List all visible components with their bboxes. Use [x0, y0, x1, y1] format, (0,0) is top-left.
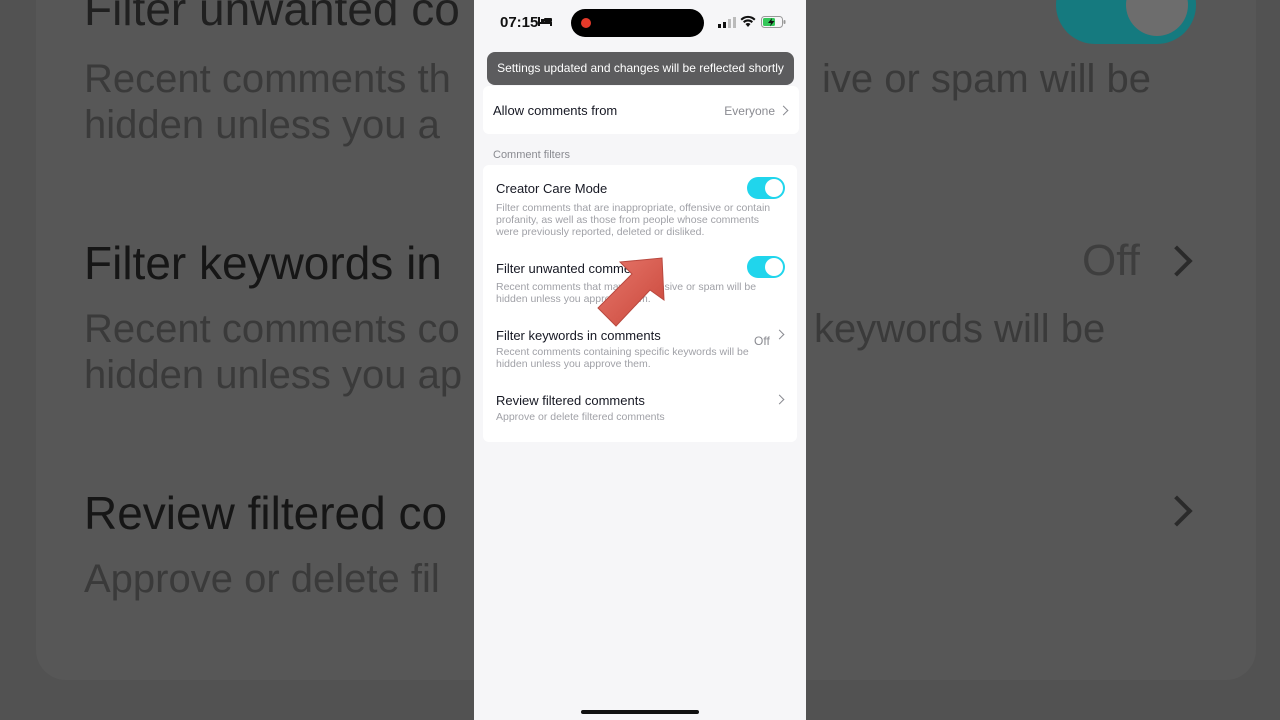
- cellular-signal-icon: [718, 17, 736, 28]
- background-title-keywords: Filter keywords in: [84, 237, 442, 289]
- review-filtered-comments-title: Review filtered comments: [496, 393, 645, 408]
- chevron-right-icon: [774, 329, 785, 340]
- chevron-right-icon: [774, 394, 785, 405]
- filter-unwanted-comments-toggle[interactable]: [747, 256, 785, 278]
- background-desc-unwanted-1-right: ive or spam will be: [822, 57, 1152, 101]
- toast-notification: Settings updated and changes will be ref…: [487, 52, 794, 85]
- battery-charging-icon: [761, 16, 786, 28]
- filter-keywords-description: Recent comments containing specific keyw…: [496, 346, 749, 370]
- background-title-unwanted: Filter unwanted co: [84, 0, 460, 35]
- background-desc-keywords-1-right: keywords will be: [814, 307, 1106, 351]
- status-bar: 07:15: [474, 0, 806, 44]
- status-time: 07:15: [500, 14, 539, 31]
- sleep-focus-icon: [538, 17, 552, 26]
- phone-screen: 07:15 Settings updated and changes will …: [474, 0, 806, 720]
- allow-comments-row[interactable]: Allow comments from Everyone: [483, 86, 799, 134]
- allow-comments-label: Allow comments from: [493, 103, 618, 118]
- dynamic-island: [571, 9, 704, 37]
- review-filtered-comments-description: Approve or delete filtered comments: [496, 411, 665, 423]
- creator-care-mode-title: Creator Care Mode: [496, 181, 608, 196]
- background-title-review: Review filtered co: [84, 487, 448, 539]
- pointer-arrow-icon: [597, 257, 665, 327]
- creator-care-mode-description: Filter comments that are inappropriate, …: [496, 202, 771, 238]
- background-toggle: [1056, 0, 1196, 44]
- recording-indicator-icon: [581, 18, 591, 28]
- background-off-value: Off: [1082, 236, 1140, 285]
- wifi-icon: [740, 15, 756, 27]
- allow-comments-value: Everyone: [724, 104, 775, 118]
- home-indicator: [581, 710, 699, 714]
- section-header-comment-filters: Comment filters: [493, 149, 571, 161]
- creator-care-mode-toggle[interactable]: [747, 177, 785, 199]
- chevron-right-icon: [778, 105, 789, 116]
